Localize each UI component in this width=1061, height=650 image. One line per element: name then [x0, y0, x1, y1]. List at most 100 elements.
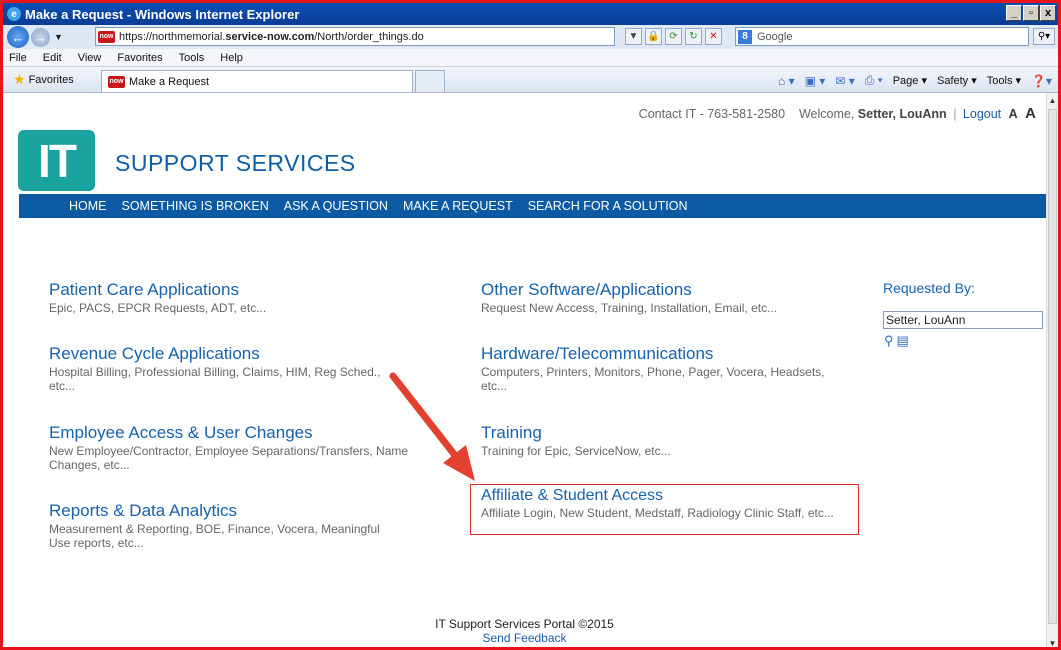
close-icon[interactable]: x [1040, 5, 1056, 21]
safety-menu[interactable]: Safety ▾ [937, 74, 977, 87]
lock-icon[interactable]: 🔒 [645, 28, 662, 45]
favorites-button[interactable]: Favorites [29, 74, 74, 86]
lookup-search-icon[interactable]: ⚲ [884, 333, 894, 349]
requested-by-label: Requested By: [883, 280, 975, 296]
text-size-large-button[interactable]: A [1025, 105, 1036, 122]
mail-icon[interactable]: ✉ ▾ [835, 74, 854, 88]
menu-bar: File Edit View Favorites Tools Help [3, 49, 1058, 67]
nav-ask-a-question[interactable]: ASK A QUESTION [284, 199, 388, 213]
google-icon: 8 [738, 29, 752, 44]
logout-link[interactable]: Logout [963, 107, 1001, 121]
history-dropdown-icon[interactable]: ▼ [54, 32, 63, 42]
category-title[interactable]: Other Software/Applications [481, 280, 871, 300]
category-description: Training for Epic, ServiceNow, etc... [481, 444, 671, 458]
category-employee-access: Employee Access & User Changes New Emplo… [49, 423, 424, 472]
vertical-scrollbar[interactable]: ▲ ▼ [1046, 93, 1058, 648]
compat-view-icon[interactable]: ⟳ [665, 28, 682, 45]
favorites-star-icon[interactable]: ★ [13, 71, 26, 88]
brand-title: SUPPORT SERVICES [115, 150, 356, 176]
category-description: Epic, PACS, EPCR Requests, ADT, etc... [49, 301, 267, 315]
category-patient-care: Patient Care Applications Epic, PACS, EP… [49, 280, 439, 315]
welcome-text: Welcome, [798, 107, 855, 121]
address-dropdown-icon[interactable]: ▼ [625, 28, 642, 45]
category-title[interactable]: Training [481, 423, 871, 443]
category-other-software: Other Software/Applications Request New … [481, 280, 871, 315]
nav-something-is-broken[interactable]: SOMETHING IS BROKEN [122, 199, 269, 213]
ie-logo-icon: e [7, 7, 21, 21]
requested-by-tools: ⚲ ▤ [884, 333, 909, 349]
category-revenue-cycle: Revenue Cycle Applications Hospital Bill… [49, 344, 394, 393]
search-placeholder: Google [757, 30, 793, 43]
category-description: Hospital Billing, Professional Billing, … [49, 365, 381, 393]
window-title: Make a Request - Windows Internet Explor… [25, 6, 300, 22]
category-description: New Employee/Contractor, Employee Separa… [49, 444, 409, 472]
main-nav: HOME SOMETHING IS BROKEN ASK A QUESTION … [19, 194, 1046, 218]
requested-by-input[interactable]: Setter, LouAnn [883, 311, 1043, 329]
menu-tools[interactable]: Tools [179, 52, 205, 64]
command-bar: ⌂ ▾ ▣ ▾ ✉ ▾ ⎙ ▾ Page ▾ Safety ▾ Tools ▾ … [778, 73, 1052, 88]
url-domain: service-now.com [225, 30, 315, 43]
browser-tab[interactable]: now Make a Request [101, 70, 413, 92]
title-bar: e Make a Request - Windows Internet Expl… [3, 3, 1058, 25]
window-controls: _ ▫ x [1006, 5, 1056, 21]
nav-search-for-a-solution[interactable]: SEARCH FOR A SOLUTION [528, 199, 688, 213]
new-tab-button[interactable] [415, 70, 445, 92]
feeds-icon[interactable]: ▣ ▾ [805, 74, 826, 88]
text-size-small-button[interactable]: A [1009, 107, 1018, 121]
minimize-icon[interactable]: _ [1006, 5, 1022, 21]
forward-arrow-icon[interactable]: → [31, 27, 50, 47]
category-title[interactable]: Reports & Data Analytics [49, 501, 384, 521]
menu-help[interactable]: Help [220, 52, 243, 64]
nav-home[interactable]: HOME [69, 199, 107, 213]
category-title[interactable]: Hardware/Telecommunications [481, 344, 826, 364]
menu-file[interactable]: File [9, 52, 27, 64]
user-info-icon[interactable]: ▤ [897, 333, 909, 349]
menu-view[interactable]: View [78, 52, 102, 64]
nav-make-a-request[interactable]: MAKE A REQUEST [403, 199, 513, 213]
category-training: Training Training for Epic, ServiceNow, … [481, 423, 871, 458]
print-icon[interactable]: ⎙ ▾ [865, 73, 883, 88]
page-menu[interactable]: Page ▾ [893, 74, 927, 87]
stop-icon[interactable]: ✕ [705, 28, 722, 45]
tab-favicon-icon: now [108, 75, 125, 88]
contact-it-text: Contact IT - 763-581-2580 [638, 107, 786, 121]
category-hardware-telecom: Hardware/Telecommunications Computers, P… [481, 344, 826, 393]
back-arrow-icon[interactable]: ← [7, 26, 29, 48]
category-description: Request New Access, Training, Installati… [481, 301, 778, 315]
page-content: Contact IT - 763-581-2580 Welcome, Sette… [3, 93, 1046, 647]
menu-edit[interactable]: Edit [43, 52, 62, 64]
footer: IT Support Services Portal ©2015 Send Fe… [3, 617, 1046, 645]
address-tools: ▼ 🔒 ⟳ ↻ ✕ [625, 28, 722, 45]
tab-title: Make a Request [129, 75, 210, 88]
annotation-highlight-box [470, 484, 859, 535]
send-feedback-link[interactable]: Send Feedback [3, 631, 1046, 645]
search-button[interactable]: ⚲▾ [1033, 28, 1055, 45]
url-host: https://northmemorial. [119, 30, 226, 43]
category-title[interactable]: Revenue Cycle Applications [49, 344, 394, 364]
favorites-bar: ★ Favorites now Make a Request ⌂ ▾ ▣ ▾ ✉… [3, 67, 1058, 93]
scroll-thumb[interactable] [1048, 109, 1057, 624]
help-icon[interactable]: ❓▾ [1031, 74, 1052, 88]
category-reports-analytics: Reports & Data Analytics Measurement & R… [49, 501, 384, 550]
category-title[interactable]: Patient Care Applications [49, 280, 439, 300]
user-name: Setter, LouAnn [857, 107, 947, 121]
search-input[interactable]: 8 Google [735, 27, 1029, 46]
category-title[interactable]: Employee Access & User Changes [49, 423, 424, 443]
address-bar[interactable]: now https://northmemorial. service-now.co… [95, 27, 615, 46]
maximize-icon[interactable]: ▫ [1023, 5, 1039, 21]
scroll-up-icon[interactable]: ▲ [1047, 93, 1058, 107]
scroll-down-icon[interactable]: ▼ [1047, 636, 1058, 648]
url-path: /North/order_things.do [314, 30, 424, 43]
browser-window: e Make a Request - Windows Internet Expl… [0, 0, 1061, 650]
address-row: ← → ▼ now https://northmemorial. service-… [3, 25, 1058, 49]
tools-menu[interactable]: Tools ▾ [987, 74, 1021, 87]
category-description: Measurement & Reporting, BOE, Finance, V… [49, 522, 380, 550]
it-logo[interactable]: IT [18, 130, 95, 191]
menu-favorites[interactable]: Favorites [117, 52, 162, 64]
header-contact-bar: Contact IT - 763-581-2580 Welcome, Sette… [639, 105, 1036, 122]
home-icon[interactable]: ⌂ ▾ [778, 74, 795, 88]
separator: | [953, 107, 957, 121]
copyright-text: IT Support Services Portal ©2015 [435, 617, 614, 631]
refresh-icon[interactable]: ↻ [685, 28, 702, 45]
servicenow-favicon-icon: now [98, 30, 115, 43]
